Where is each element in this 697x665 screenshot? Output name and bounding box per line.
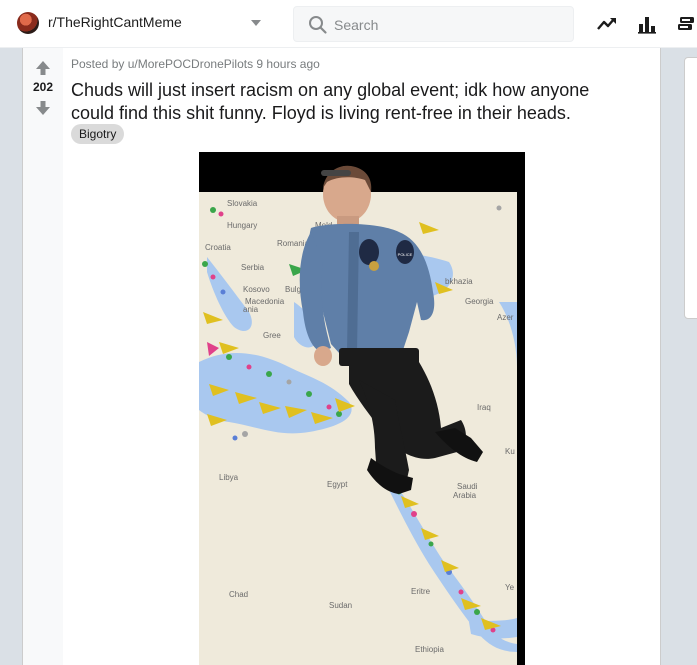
map-label-albania: ania [243, 305, 259, 314]
map-label-arabia: Arabia [453, 491, 477, 500]
post-image[interactable]: Slovakia Hungary Mold Croatia Romania Se… [199, 152, 525, 665]
post-flair[interactable]: Bigotry [71, 124, 125, 144]
map-meme-image: Slovakia Hungary Mold Croatia Romania Se… [199, 152, 525, 665]
post-meta[interactable]: Posted by u/MorePOCDronePilots 9 hours a… [71, 57, 320, 71]
map-label-sudan: Sudan [329, 601, 352, 610]
map-label-eritrea: Eritre [411, 587, 431, 596]
map-label-libya: Libya [219, 473, 239, 482]
map-label-kosovo: Kosovo [243, 285, 270, 294]
map-label-yemen: Ye [505, 583, 515, 592]
subreddit-name[interactable]: r/TheRightCantMeme [48, 14, 182, 30]
map-label-ethiopia: Ethiopia [415, 645, 444, 654]
map-label-hungary: Hungary [227, 221, 257, 230]
search-icon [309, 16, 327, 34]
map-label-egypt: Egypt [327, 480, 348, 489]
post-card[interactable]: 202 Posted by u/MorePOCDronePilots 9 hou… [22, 48, 661, 665]
upvote-icon[interactable] [35, 60, 51, 76]
subreddit-avatar[interactable] [17, 12, 39, 34]
map-label-slovakia: Slovakia [227, 199, 258, 208]
downvote-icon[interactable] [35, 100, 51, 116]
coins-icon[interactable] [676, 13, 697, 35]
top-header: r/TheRightCantMeme [0, 0, 697, 48]
map-label-greece: Gree [263, 331, 281, 340]
map-label-chad: Chad [229, 590, 248, 599]
search-box[interactable] [293, 6, 574, 42]
map-label-azer: Azer [497, 313, 514, 322]
search-input[interactable] [334, 15, 564, 35]
vote-column: 202 [23, 48, 63, 665]
map-label-croatia: Croatia [205, 243, 231, 252]
map-label-kuwait: Ku [505, 447, 515, 456]
vote-count: 202 [32, 80, 54, 94]
sidebar-card [684, 57, 697, 319]
chevron-down-icon[interactable] [249, 17, 263, 29]
map-label-saudi: Saudi [457, 482, 478, 491]
post-title[interactable]: Chuds will just insert racism on any glo… [71, 79, 631, 125]
badge-text: POLICE [398, 252, 413, 257]
stats-icon[interactable] [636, 13, 658, 35]
map-label-iraq: Iraq [477, 403, 491, 412]
map-label-abkhazia: bkhazia [445, 277, 473, 286]
map-label-georgia: Georgia [465, 297, 494, 306]
map-label-serbia: Serbia [241, 263, 265, 272]
trending-icon[interactable] [596, 13, 618, 35]
